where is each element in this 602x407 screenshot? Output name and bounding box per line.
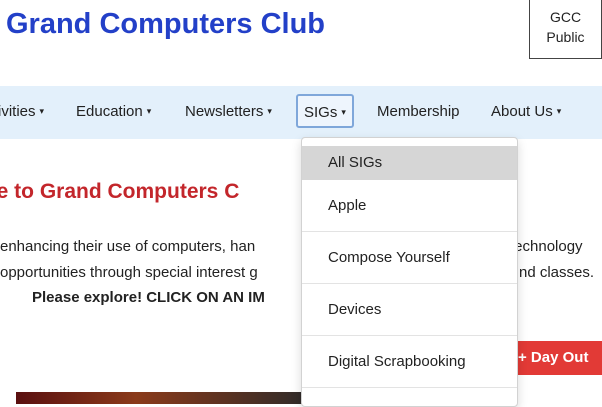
dropdown-item-devices[interactable]: Devices xyxy=(302,284,517,336)
dropdown-item-all-sigs[interactable]: All SIGs xyxy=(302,146,517,180)
nav-label: ivities xyxy=(0,103,36,120)
sigs-dropdown-menu: All SIGs Apple Compose Yourself Devices … xyxy=(301,137,518,407)
dropdown-item-apple[interactable]: Apple xyxy=(302,180,517,232)
caret-down-icon: ▾ xyxy=(267,106,272,116)
nav-membership[interactable]: Membership xyxy=(377,99,460,125)
intro-text-line1-right: technology xyxy=(510,238,583,255)
intro-text-line1-left: enhancing their use of computers, han xyxy=(0,238,256,255)
caret-down-icon: ▾ xyxy=(341,107,346,117)
site-title[interactable]: Grand Computers Club xyxy=(6,8,325,41)
intro-text-line2-left: opportunities through special interest g xyxy=(0,264,258,281)
nav-education[interactable]: Education ▾ xyxy=(76,99,151,125)
nav-sigs[interactable]: SIGs ▾ xyxy=(296,94,354,128)
nav-about-us[interactable]: About Us ▾ xyxy=(491,99,561,125)
intro-text-line2-right: nd classes. xyxy=(519,264,595,281)
explore-text: Please explore! CLICK ON AN IM xyxy=(32,289,265,306)
nav-activities[interactable]: ivities ▾ xyxy=(0,99,44,125)
day-out-button[interactable]: + Day Out xyxy=(508,341,602,375)
nav-label: Education xyxy=(76,103,143,120)
main-navbar: ivities ▾ Education ▾ Newsletters ▾ SIGs ▾ M… xyxy=(0,86,602,139)
nav-label: About Us xyxy=(491,103,553,120)
nav-label: Membership xyxy=(377,103,460,120)
gcc-label: GCC xyxy=(549,9,582,25)
gcc-public-badge[interactable]: GCC Public xyxy=(529,0,602,59)
public-label: Public xyxy=(546,29,585,45)
nav-label: Newsletters xyxy=(185,103,264,120)
dropdown-item-compose-yourself[interactable]: Compose Yourself xyxy=(302,232,517,284)
nav-newsletters[interactable]: Newsletters ▾ xyxy=(185,99,272,125)
dropdown-item-digital-scrapbooking[interactable]: Digital Scrapbooking xyxy=(302,336,517,388)
caret-down-icon: ▾ xyxy=(146,106,152,116)
caret-down-icon: ▾ xyxy=(556,106,562,116)
banner-image[interactable] xyxy=(16,392,316,404)
caret-down-icon: ▾ xyxy=(39,106,45,116)
welcome-heading: me to Grand Computers C xyxy=(0,180,240,203)
nav-label: SIGs xyxy=(304,104,338,121)
